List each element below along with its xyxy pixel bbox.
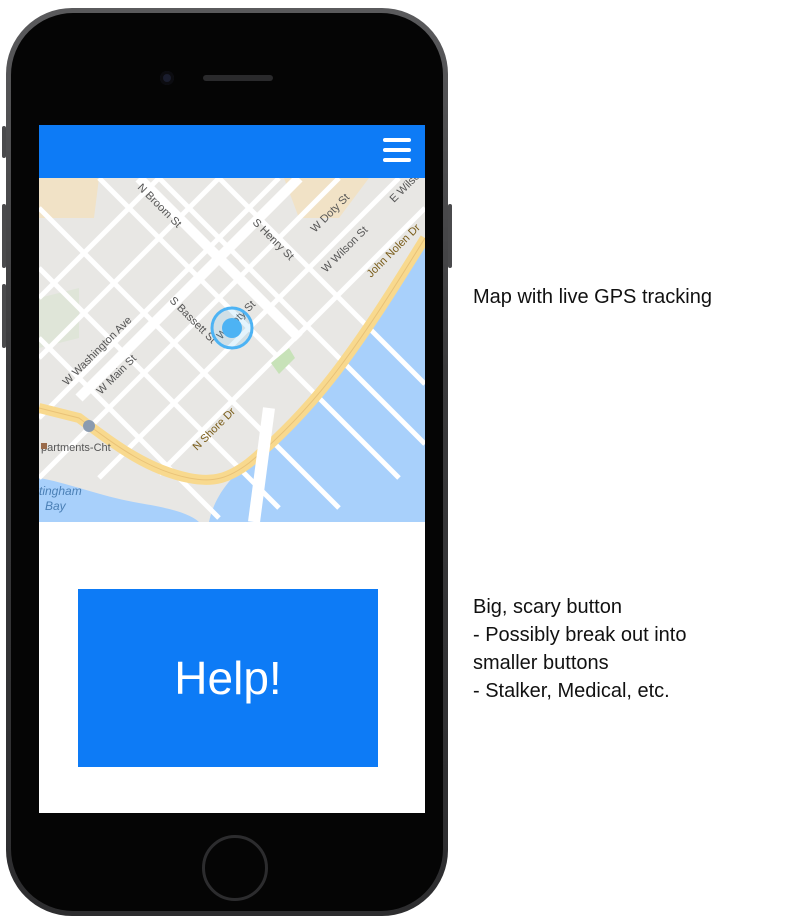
annotation-line: - Possibly break out into [473, 624, 687, 646]
current-location-dot [222, 318, 242, 338]
hamburger-menu-icon[interactable] [383, 138, 413, 164]
button-annotation: Big, scary button - Possibly break out i… [473, 593, 773, 705]
annotation-line: - Stalker, Medical, etc. [473, 680, 670, 702]
map-annotation: Map with live GPS tracking [473, 286, 712, 308]
place-label: tingham [39, 484, 82, 498]
poi-icon [83, 420, 95, 432]
volume-up-button [2, 204, 6, 268]
place-label: partments-Cht [41, 442, 111, 454]
front-camera-icon [160, 71, 174, 85]
place-label: Bay [45, 499, 67, 513]
mute-switch [2, 126, 6, 158]
annotation-line: Big, scary button [473, 596, 622, 618]
home-button[interactable] [202, 835, 268, 901]
phone-frame: N Broom St S Henry St W Doty St W Wilson… [2, 8, 452, 916]
app-header [39, 125, 425, 178]
volume-down-button [2, 284, 6, 348]
map-canvas: N Broom St S Henry St W Doty St W Wilson… [39, 178, 425, 522]
help-button[interactable]: Help! [78, 589, 378, 767]
power-button [448, 204, 452, 268]
map-view[interactable]: N Broom St S Henry St W Doty St W Wilson… [39, 178, 425, 522]
app-screen: N Broom St S Henry St W Doty St W Wilson… [39, 125, 425, 813]
earpiece-speaker [203, 75, 273, 81]
annotation-line: smaller buttons [473, 652, 609, 674]
